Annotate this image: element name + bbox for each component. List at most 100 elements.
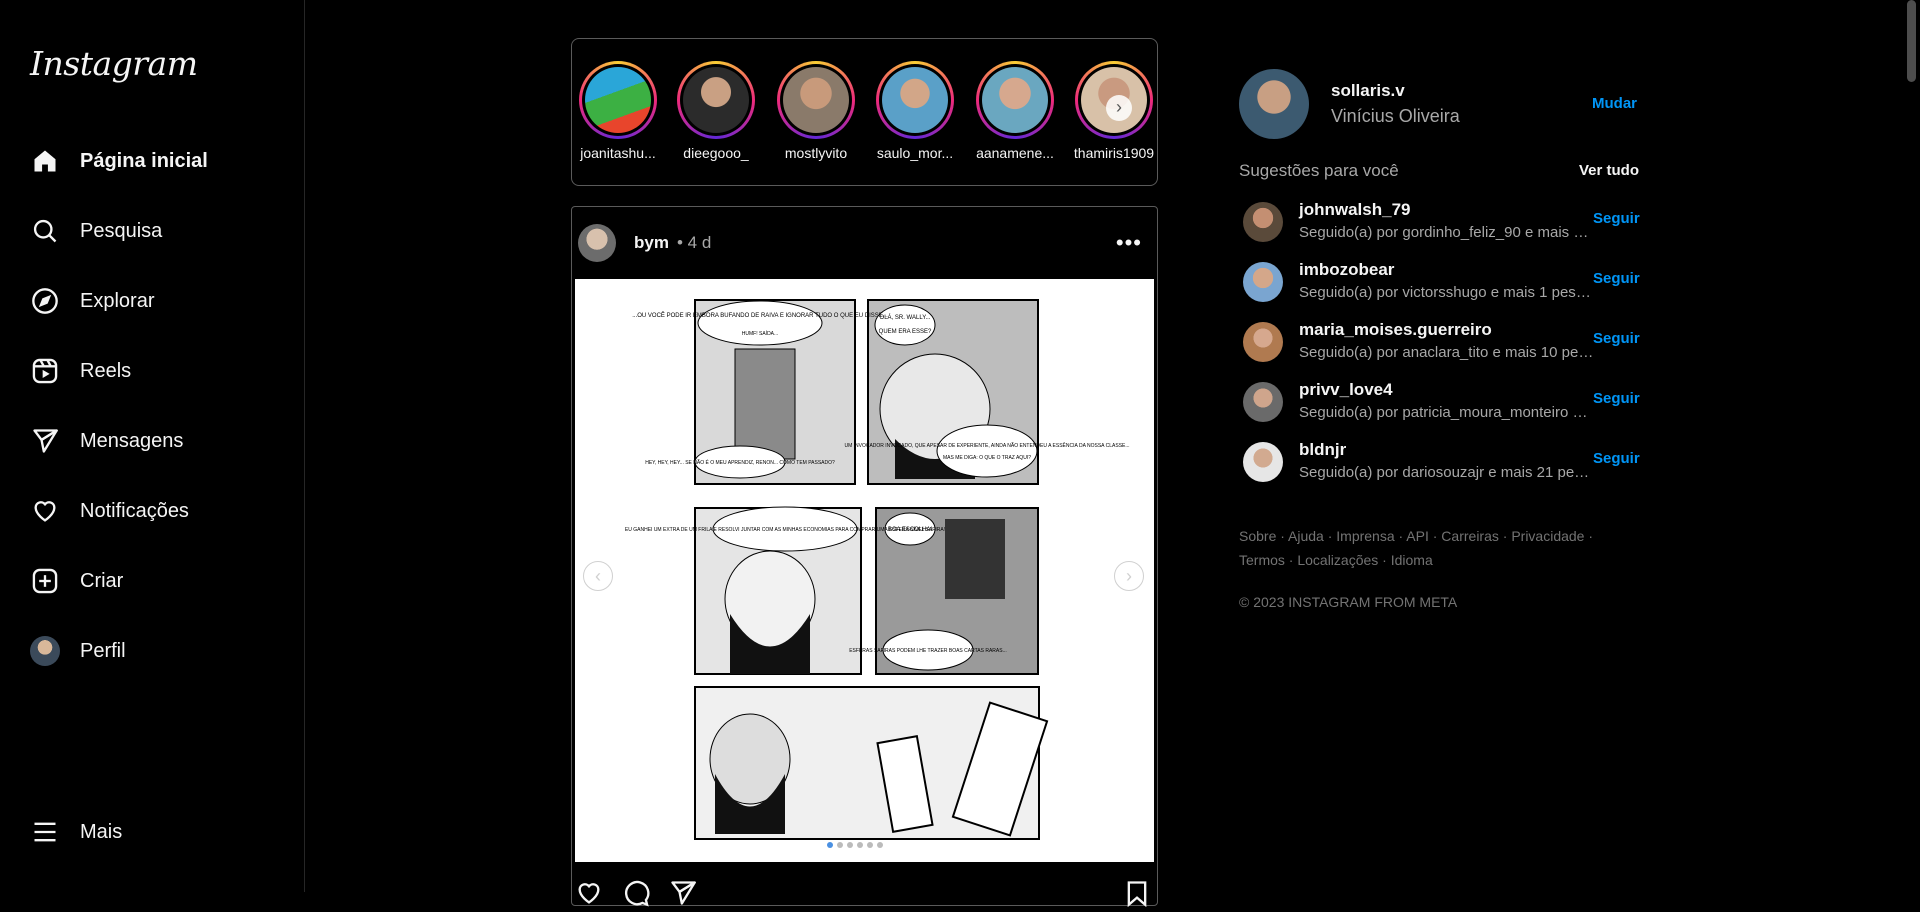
story-username: mostlyvito [784,145,848,161]
avatar[interactable] [1243,322,1283,362]
suggestion-item: imbozobear Seguido(a) por victorsshugo e… [1239,260,1640,304]
post-image[interactable]: ...OU VOCÊ PODE IR EMBORA BUFANDO DE RAI… [575,279,1154,862]
sidebar-item-search[interactable]: Pesquisa [30,211,280,251]
story-item[interactable]: aanamene... [969,61,1061,161]
story-avatar [882,67,948,133]
story-avatar [982,67,1048,133]
heart-icon [30,496,60,526]
sidebar-item-home[interactable]: Página inicial [30,141,280,181]
carousel-prev-button[interactable]: ‹ [583,561,613,591]
compass-icon [30,286,60,316]
follow-button[interactable]: Seguir [1593,390,1640,407]
sidebar-item-profile[interactable]: Perfil [30,631,280,671]
follow-button[interactable]: Seguir [1593,270,1640,287]
story-avatar [783,67,849,133]
story-item[interactable]: joanitashu... [572,61,664,161]
sidebar-item-label: Pesquisa [80,219,163,242]
comic-text: OLÁ, SR. WALLY... [880,314,931,321]
post-username[interactable]: bym [634,233,669,253]
story-item[interactable]: mostlyvito [770,61,862,161]
suggestion-subtitle: Seguido(a) por dariosouzajr e mais 21 pe… [1299,464,1594,481]
story-item[interactable]: saulo_mor... [869,61,961,161]
follow-button[interactable]: Seguir [1593,330,1640,347]
suggestion-username[interactable]: privv_love4 [1299,380,1393,400]
copyright: © 2023 INSTAGRAM FROM META [1239,594,1458,610]
follow-button[interactable]: Seguir [1593,210,1640,227]
suggestions-title: Sugestões para você [1239,161,1399,180]
avatar[interactable] [1239,69,1309,139]
stories-next-button[interactable]: › [1106,95,1132,121]
suggestion-username[interactable]: bldnjr [1299,440,1346,460]
post-header: bym • 4 d ••• [578,223,1148,263]
search-icon [30,216,60,246]
sidebar-item-label: Perfil [80,639,126,662]
sidebar-item-explore[interactable]: Explorar [30,281,280,321]
home-icon [30,146,60,176]
avatar[interactable] [1243,382,1283,422]
suggestion-item: johnwalsh_79 Seguido(a) por gordinho_fel… [1239,200,1640,244]
suggestion-username[interactable]: imbozobear [1299,260,1394,280]
sidebar-item-more[interactable]: Mais [30,812,280,852]
scrollbar[interactable] [1903,0,1920,892]
instagram-logo[interactable]: Instagram [30,44,198,83]
story-item[interactable]: dieegooo_ [670,61,762,161]
profile-username[interactable]: sollaris.v [1331,81,1405,101]
like-icon[interactable] [575,879,603,912]
see-all-button[interactable]: Ver tudo [1579,162,1639,179]
story-username: thamiris1909 [1073,145,1155,161]
comic-page: ...OU VOCÊ PODE IR EMBORA BUFANDO DE RAI… [625,299,1130,840]
comic-text: HUMF! SAÍDA... [742,330,778,337]
send-icon [30,426,60,456]
current-user-profile: sollaris.v Vinícius Oliveira Mudar [1239,69,1639,139]
story-username: saulo_mor... [876,145,954,161]
comic-text: HEY, HEY, HEY... SE NÃO É O MEU APRENDIZ… [645,459,835,466]
save-icon[interactable] [1123,879,1151,912]
menu-icon [30,817,60,847]
share-icon[interactable] [669,879,697,912]
avatar[interactable] [1243,202,1283,242]
suggestion-username[interactable]: maria_moises.guerreiro [1299,320,1492,340]
story-avatar [683,67,749,133]
sidebar: Instagram Página inicial Pesquisa Explor… [0,0,305,892]
more-options-icon[interactable]: ••• [1116,230,1142,256]
footer-links[interactable]: Sobre · Ajuda · Imprensa · API · Carreir… [1239,524,1629,572]
switch-account-button[interactable]: Mudar [1592,95,1637,112]
suggestion-username[interactable]: johnwalsh_79 [1299,200,1410,220]
comic-text: ESFERAS SAFIRAS PODEM LHE TRAZER BOAS CA… [849,648,1007,654]
story-username: dieegooo_ [683,145,749,161]
scrollbar-thumb[interactable] [1907,0,1916,82]
follow-button[interactable]: Seguir [1593,450,1640,467]
sidebar-item-messages[interactable]: Mensagens [30,421,280,461]
suggestion-item: maria_moises.guerreiro Seguido(a) por an… [1239,320,1640,364]
footer-links-line[interactable]: Sobre · Ajuda · Imprensa · API · Carreir… [1239,524,1629,548]
post-avatar[interactable] [578,224,616,262]
suggestion-subtitle: Seguido(a) por patricia_moura_monteiro e… [1299,404,1594,421]
sidebar-item-create[interactable]: Criar [30,561,280,601]
profile-full-name: Vinícius Oliveira [1331,106,1460,126]
footer-links-line[interactable]: Termos · Localizações · Idioma [1239,548,1629,572]
suggestion-subtitle: Seguido(a) por anaclara_tito e mais 10 p… [1299,344,1594,361]
suggestion-item: privv_love4 Seguido(a) por patricia_mour… [1239,380,1640,424]
avatar[interactable] [1243,262,1283,302]
sidebar-item-label: Mais [80,820,123,843]
suggestion-subtitle: Seguido(a) por victorsshugo e mais 1 pes… [1299,284,1594,301]
plus-square-icon [30,566,60,596]
sidebar-item-label: Criar [80,569,124,592]
comic-text: UM INVOCADOR INVOCADO, QUE APESAR DE EXP… [844,441,1129,449]
comment-icon[interactable] [622,879,650,912]
story-username: aanamene... [976,145,1054,161]
story-avatar [585,67,651,133]
sidebar-item-reels[interactable]: Reels [30,351,280,391]
comic-text: MAS ME DIGA: O QUE O TRAZ AQUI? [943,455,1031,461]
sidebar-item-label: Reels [80,359,132,382]
reels-icon [30,356,60,386]
comic-text: ...OU VOCÊ PODE IR EMBORA BUFANDO DE RAI… [632,311,888,319]
avatar [30,636,60,666]
carousel-dots [827,842,883,848]
sidebar-item-label: Explorar [80,289,155,312]
avatar[interactable] [1243,442,1283,482]
sidebar-item-label: Página inicial [80,149,208,172]
carousel-next-button[interactable]: › [1114,561,1144,591]
sidebar-item-notifications[interactable]: Notificações [30,491,280,531]
post-timestamp: • 4 d [676,233,712,252]
